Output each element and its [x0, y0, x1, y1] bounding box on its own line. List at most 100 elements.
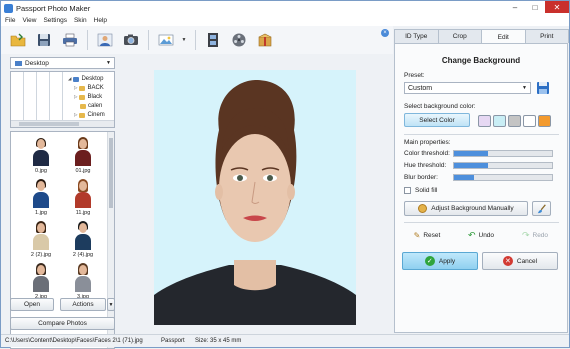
save-icon[interactable] — [33, 29, 55, 51]
thumbnail-item[interactable]: 2.jpg — [24, 262, 58, 302]
color-threshold-slider[interactable] — [453, 150, 553, 157]
tree-item[interactable]: ▷ Cinem — [74, 112, 105, 118]
horizontal-scrollbar[interactable] — [11, 120, 114, 127]
blur-border-slider[interactable] — [453, 174, 553, 181]
swatch-gray[interactable] — [508, 115, 521, 127]
preset-value: Custom — [408, 84, 433, 92]
thumbnail-item[interactable]: 2 (2).jpg — [24, 220, 58, 260]
menu-file[interactable]: File — [5, 17, 15, 24]
undo-button[interactable]: ↶ Undo — [458, 228, 504, 242]
brush-button[interactable] — [532, 201, 551, 216]
tree-item[interactable]: calen — [80, 103, 102, 109]
tab-crop[interactable]: Crop — [437, 29, 482, 43]
tree-item-label: Cinem — [87, 112, 105, 118]
camera-icon[interactable] — [120, 29, 142, 51]
broom-icon: ✎ — [413, 230, 421, 240]
adjust-background-button[interactable]: Adjust Background Manually — [404, 201, 528, 216]
chevron-down-icon[interactable]: ▼ — [181, 30, 187, 50]
settings-panel: ID Type Crop Edit Print Change Backgroun… — [394, 26, 569, 333]
divider — [404, 134, 559, 135]
thumbnail-label: 01.jpg — [75, 168, 91, 174]
tree-item[interactable]: ▷ BACK — [74, 85, 104, 91]
thumbnail-label: 2 (4).jpg — [72, 252, 94, 258]
collapse-icon: ◢ — [68, 76, 72, 81]
thumbnail-item[interactable]: 1.jpg — [24, 178, 58, 218]
save-preset-icon[interactable] — [536, 81, 550, 95]
passport-photo[interactable] — [154, 70, 356, 325]
tree-item[interactable]: ▷ Black — [74, 94, 102, 100]
toolbar: ▼ — [1, 26, 393, 54]
expand-icon: ▷ — [74, 94, 78, 99]
menu-settings[interactable]: Settings — [43, 17, 67, 24]
hue-threshold-slider[interactable] — [453, 162, 553, 169]
thumbnail-item[interactable]: 01.jpg — [66, 136, 100, 176]
thumbnail-image — [32, 136, 50, 166]
tree-item-desktop[interactable]: ◢ Desktop — [68, 76, 103, 82]
expand-icon: ▷ — [74, 85, 78, 90]
hue-threshold-label: Hue threshold: — [404, 162, 447, 169]
scrollbar-thumb[interactable] — [19, 122, 79, 126]
slider-fill — [454, 163, 489, 168]
thumbnail-label: 2 (2).jpg — [30, 252, 52, 258]
compare-photos-button[interactable]: Compare Photos — [10, 317, 115, 330]
edit-panel: Change Background Preset: Custom ▼ Selec… — [394, 43, 568, 333]
maximize-icon[interactable]: □ — [525, 1, 545, 13]
actions-button[interactable]: Actions — [60, 298, 106, 311]
menu-skin[interactable]: Skin — [74, 17, 87, 24]
open-button[interactable]: Open — [10, 298, 54, 311]
film-reel-icon[interactable] — [228, 29, 250, 51]
swatch-lavender[interactable] — [478, 115, 491, 127]
title-bar: Passport Photo Maker – □ ✕ — [1, 1, 569, 15]
thumbnail-image — [32, 220, 50, 250]
film-icon[interactable] — [202, 29, 224, 51]
color-threshold-label: Color threshold: — [404, 150, 450, 157]
thumbnail-item[interactable]: 0.jpg — [24, 136, 58, 176]
swatch-orange[interactable] — [538, 115, 551, 127]
solid-fill-checkbox[interactable] — [404, 187, 411, 194]
tree-item-label: Desktop — [81, 76, 104, 82]
swatch-light-blue[interactable] — [493, 115, 506, 127]
tree-line — [36, 72, 37, 121]
preset-select[interactable]: Custom ▼ — [404, 82, 531, 94]
tab-id-type[interactable]: ID Type — [394, 29, 439, 43]
reset-label: Reset — [423, 231, 441, 239]
folder-select[interactable]: Desktop ▼ — [10, 57, 115, 69]
tree-item-label: Black — [87, 94, 103, 100]
status-bar: C:\Users\Content\Desktop\Faces\Faces 2\1… — [1, 334, 569, 347]
image-enhance-icon[interactable] — [155, 29, 177, 51]
vertical-scrollbar[interactable] — [107, 132, 114, 348]
chevron-down-icon: ▼ — [108, 301, 114, 308]
reset-button[interactable]: ✎ Reset — [404, 228, 450, 242]
thumbnail-item[interactable]: 2 (4).jpg — [66, 220, 100, 260]
cancel-icon: ✕ — [502, 256, 513, 266]
open-folder-icon[interactable] — [7, 29, 29, 51]
minimize-icon[interactable]: – — [505, 1, 525, 13]
redo-button[interactable]: ↷ Redo — [512, 228, 558, 242]
folder-icon — [79, 112, 86, 118]
tree-line — [23, 72, 24, 121]
menu-help[interactable]: Help — [94, 17, 107, 24]
close-panel-icon[interactable]: × — [381, 29, 389, 37]
tab-edit[interactable]: Edit — [481, 29, 526, 44]
menu-view[interactable]: View — [22, 17, 36, 24]
apply-button[interactable]: ✓ Apply — [402, 252, 478, 270]
user-template-icon[interactable] — [94, 29, 116, 51]
scrollbar-thumb[interactable] — [109, 138, 113, 208]
cancel-button[interactable]: ✕ Cancel — [482, 252, 558, 270]
actions-dropdown-button[interactable]: ▼ — [107, 298, 115, 311]
undo-icon: ↶ — [467, 229, 476, 240]
swatch-white[interactable] — [523, 115, 536, 127]
tab-print[interactable]: Print — [524, 29, 569, 43]
close-icon[interactable]: ✕ — [545, 1, 569, 13]
folder-icon — [79, 94, 86, 100]
panel-title: Change Background — [441, 56, 521, 65]
thumbnail-image — [74, 178, 92, 208]
folder-select-value: Desktop — [25, 59, 49, 67]
select-color-button[interactable]: Select Color — [404, 113, 470, 127]
print-icon[interactable] — [59, 29, 81, 51]
package-icon[interactable] — [254, 29, 276, 51]
thumbnail-item[interactable]: 11.jpg — [66, 178, 100, 218]
chevron-down-icon: ▼ — [522, 85, 527, 91]
folder-tree[interactable]: ◢ Desktop ▷ BACK ▷ Black calen ▷ Cinem — [10, 71, 115, 128]
thumbnail-item[interactable]: 3.jpg — [66, 262, 100, 302]
